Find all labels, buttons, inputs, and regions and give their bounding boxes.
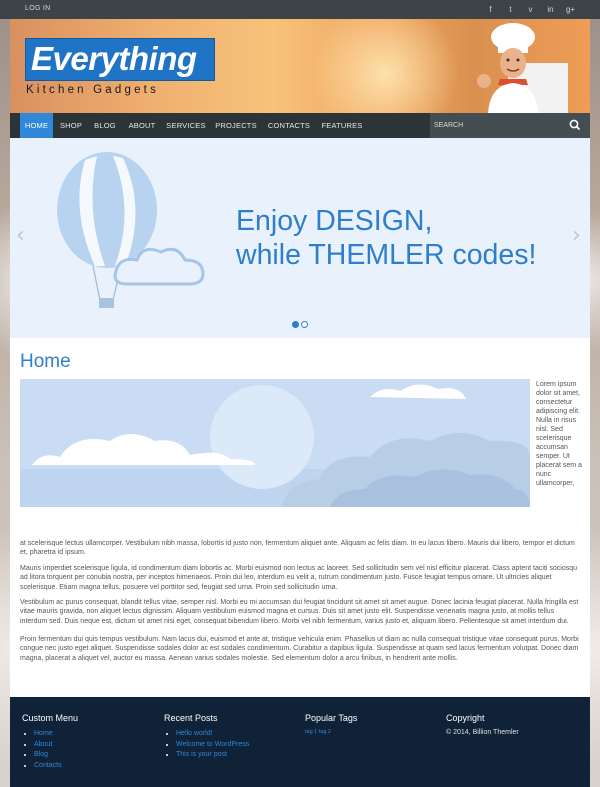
footer-link-about[interactable]: About	[34, 741, 52, 748]
list-item: Contacts	[34, 761, 152, 772]
slide-headline-line2: while THEMLER codes!	[236, 239, 537, 271]
paragraph-3: Vestibulum ac purus consequat, blandit t…	[20, 599, 579, 625]
list-item: Blog	[34, 750, 152, 761]
balloon-illustration	[57, 152, 205, 308]
social-links: f t v in g+	[483, 2, 578, 17]
recent-post-link[interactable]: Hello world!	[176, 730, 213, 737]
footer-popular-tags-title: Popular Tags	[305, 713, 358, 723]
top-bar: LOG IN f t v in g+	[0, 0, 600, 19]
nav-item-features[interactable]: FEATURES	[317, 113, 367, 138]
list-item: About	[34, 740, 152, 751]
nav-item-shop[interactable]: SHOP	[55, 113, 87, 138]
header-glow	[310, 19, 460, 113]
list-item: Home	[34, 729, 152, 740]
slide-headline: Enjoy DESIGN, while THEMLER codes!	[236, 204, 576, 272]
google-plus-icon[interactable]: g+	[563, 2, 578, 17]
footer-link-home[interactable]: Home	[34, 730, 53, 737]
slider-prev-arrow[interactable]: ‹	[16, 223, 25, 248]
footer-copyright: Copyright © 2014, Billion Themler	[446, 713, 576, 736]
slider-dot-1[interactable]	[292, 321, 299, 328]
footer-copyright-title: Copyright	[446, 713, 485, 723]
main-content: Home Lorem ipsum dolor sit amet, consect…	[10, 338, 590, 697]
slider-dot-2[interactable]	[301, 321, 308, 328]
footer-link-contacts[interactable]: Contacts	[34, 762, 62, 769]
copyright-text: © 2014, Billion Themler	[446, 729, 519, 736]
nav-item-blog[interactable]: BLOG	[89, 113, 121, 138]
site-footer: Custom Menu Home About Blog Contacts Rec…	[10, 697, 590, 787]
slider-pagination	[292, 321, 308, 328]
nav-item-about[interactable]: ABOUT	[123, 113, 161, 138]
tagline: Kitchen Gadgets	[26, 84, 160, 96]
list-item: Hello world!	[176, 729, 294, 740]
tag-cloud[interactable]: tag 1 tag 2	[305, 729, 435, 735]
recent-post-link[interactable]: This is your post	[176, 751, 227, 758]
search-box	[430, 113, 590, 138]
paragraph-1: at scelerisque lectus ullamcorper. Vesti…	[20, 540, 575, 557]
search-input[interactable]	[434, 118, 554, 133]
footer-recent-posts: Recent Posts Hello world! Welcome to Wor…	[164, 713, 294, 761]
nav-item-contacts[interactable]: CONTACTS	[263, 113, 315, 138]
logo[interactable]: Everything	[25, 38, 215, 81]
nav-item-home[interactable]: HOME	[20, 113, 53, 138]
site-header: Everything Kitchen Gadgets	[10, 19, 590, 113]
nav-item-projects[interactable]: PROJECTS	[211, 113, 261, 138]
paragraph-4: Proin fermentum dui quis tempus vestibul…	[20, 636, 579, 662]
paragraph-2: Mauris imperdiet scelerisque ligula, id …	[20, 565, 578, 591]
main-nav: HOME SHOP BLOG ABOUT SERVICES PROJECTS C…	[10, 113, 590, 138]
recent-post-link[interactable]: Welcome to WordPress	[176, 741, 249, 748]
linkedin-icon[interactable]: in	[543, 2, 558, 17]
footer-recent-posts-title: Recent Posts	[164, 713, 218, 723]
footer-link-blog[interactable]: Blog	[34, 751, 48, 758]
footer-custom-menu: Custom Menu Home About Blog Contacts	[22, 713, 152, 771]
nav-item-services[interactable]: SERVICES	[163, 113, 209, 138]
login-link[interactable]: LOG IN	[25, 5, 51, 12]
search-icon[interactable]	[568, 118, 582, 132]
intro-side-text: Lorem ipsum dolor sit amet, consectetur …	[536, 381, 582, 487]
vimeo-icon[interactable]: v	[523, 2, 538, 17]
footer-popular-tags: Popular Tags tag 1 tag 2	[305, 713, 435, 735]
list-item: Welcome to WordPress	[176, 740, 294, 751]
twitter-icon[interactable]: t	[503, 2, 518, 17]
page-title: Home	[20, 351, 71, 372]
chef-image	[477, 23, 568, 113]
list-item: This is your post	[176, 750, 294, 761]
slide-headline-line1: Enjoy DESIGN,	[236, 205, 433, 237]
footer-custom-menu-list: Home About Blog Contacts	[22, 729, 152, 771]
facebook-icon[interactable]: f	[483, 2, 498, 17]
clouds-image	[20, 379, 530, 507]
hero-slider: ‹ › Enjoy DESIGN, while THEMLER codes!	[10, 138, 590, 338]
footer-recent-posts-list: Hello world! Welcome to WordPress This i…	[164, 729, 294, 761]
footer-custom-menu-title: Custom Menu	[22, 713, 79, 723]
page-container: Everything Kitchen Gadgets HOME SHOP BLO…	[10, 19, 590, 787]
logo-text: Everything	[31, 40, 197, 77]
